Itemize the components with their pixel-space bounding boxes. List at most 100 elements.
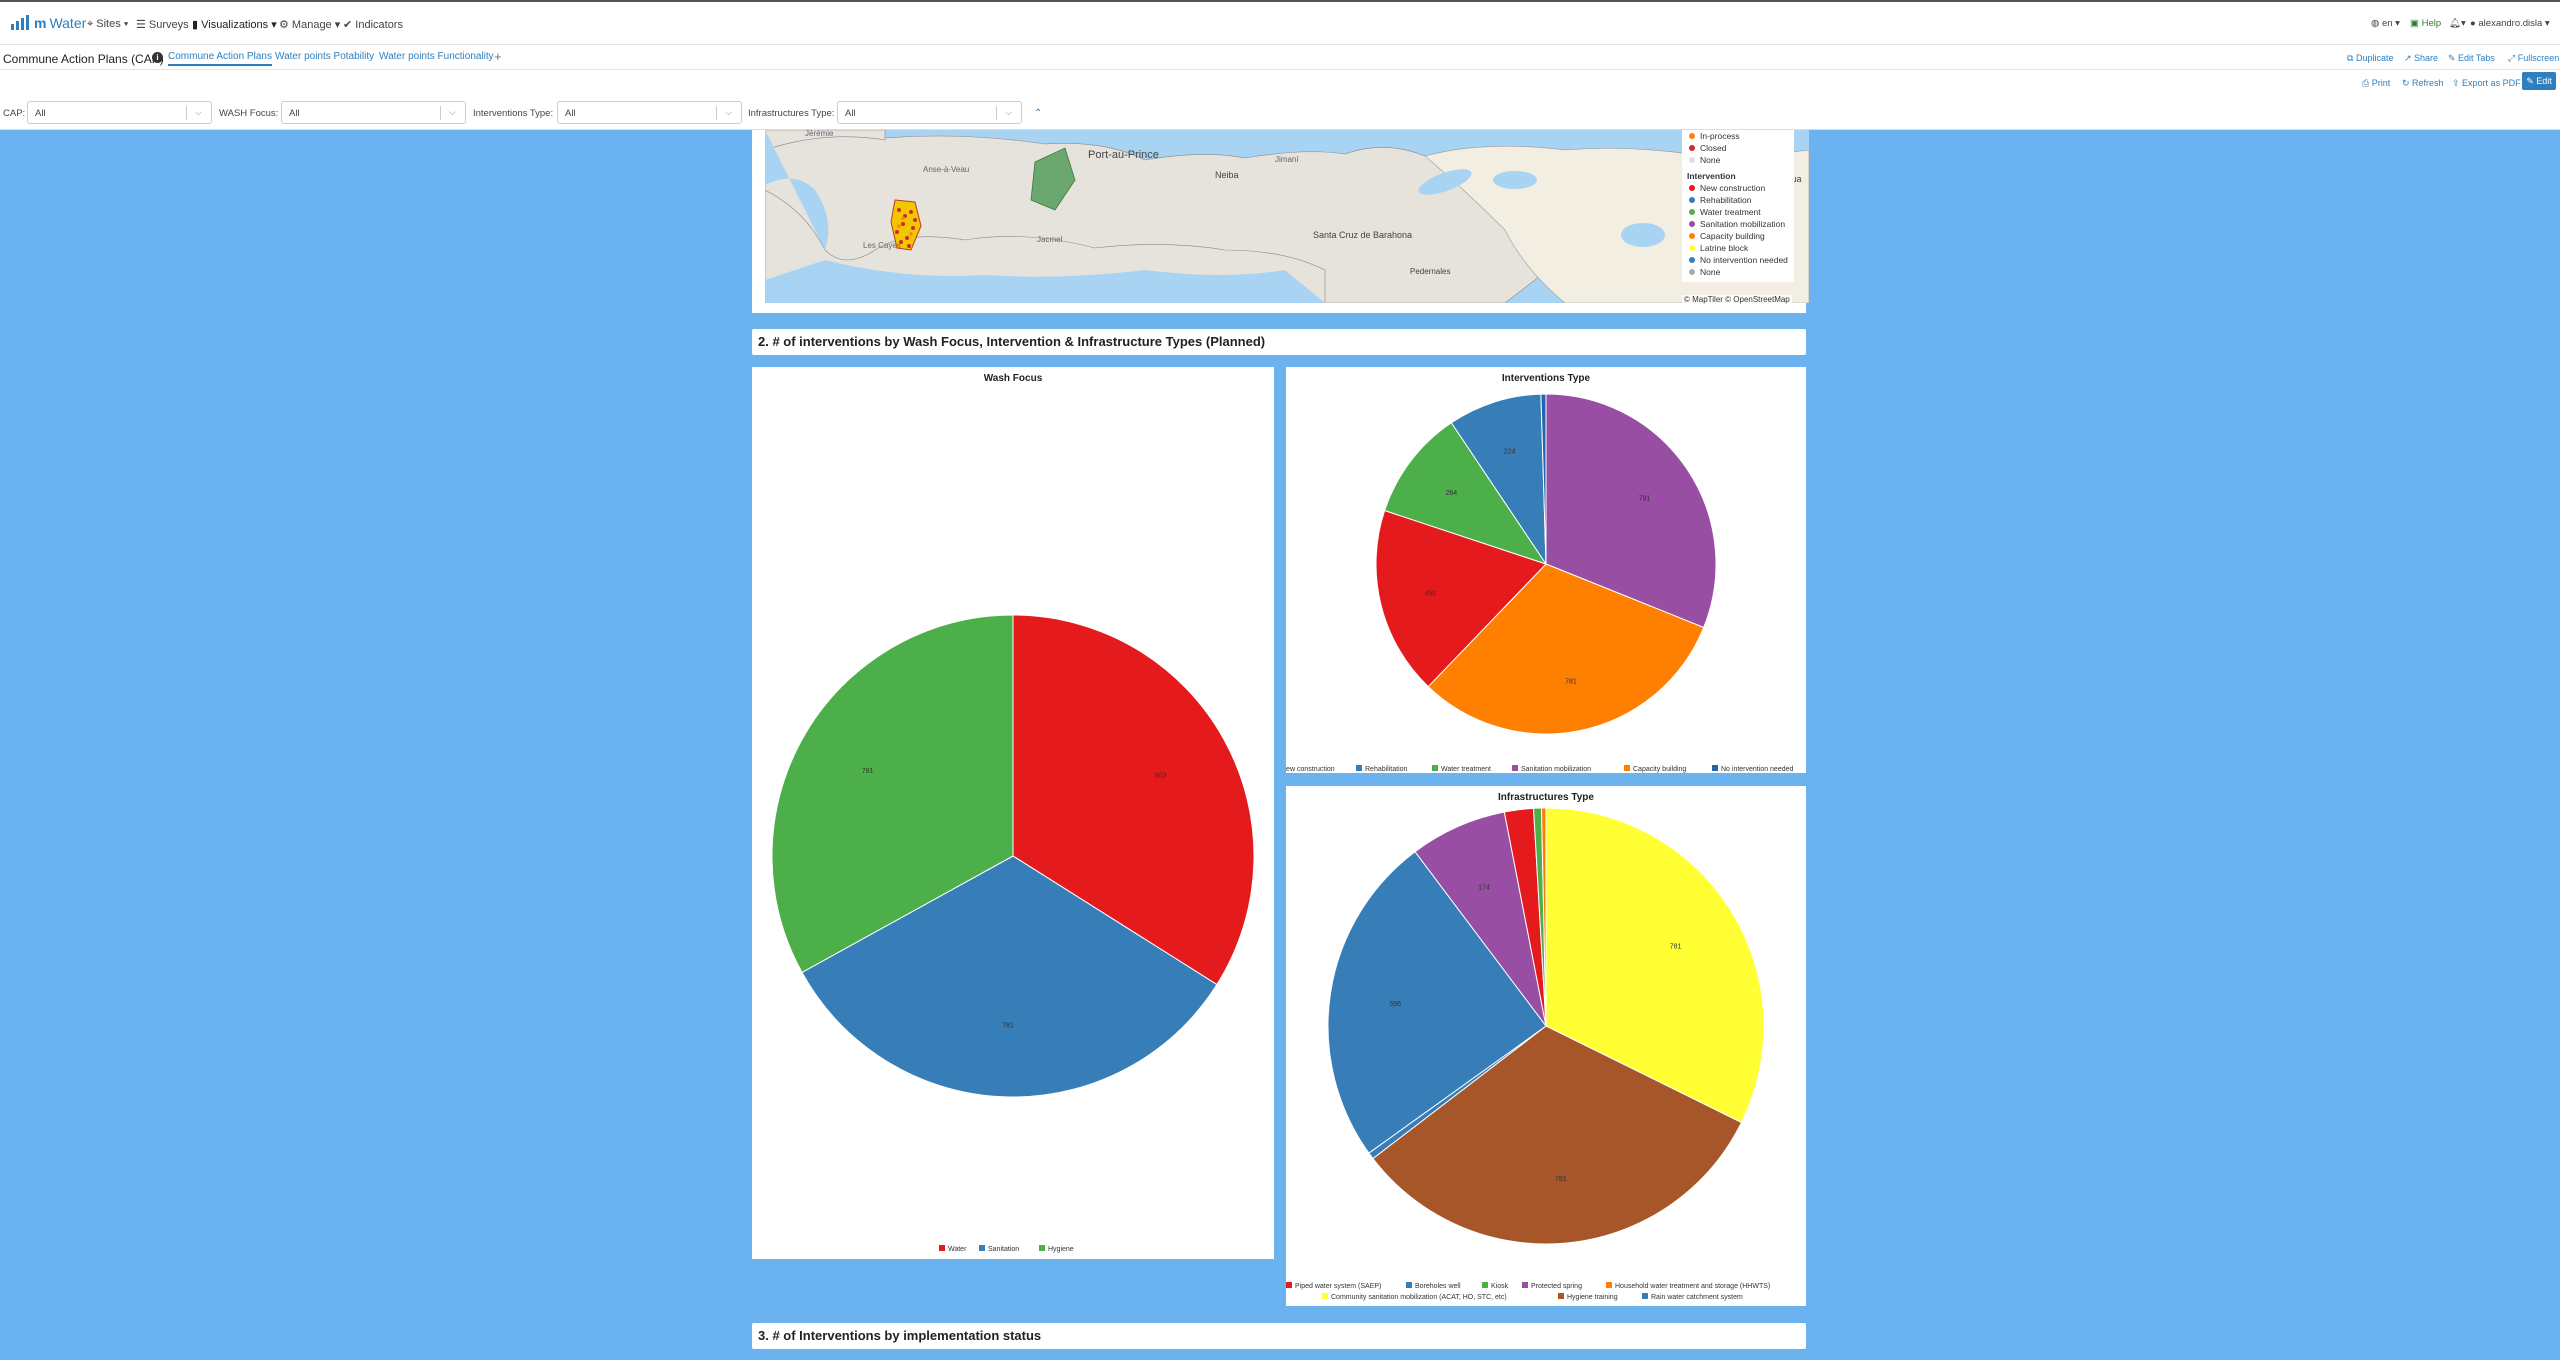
map-label-neiba: Neiba: [1215, 170, 1239, 180]
svg-text:Sanitation mobilization: Sanitation mobilization: [1521, 766, 1591, 773]
legend-item-capacity-building[interactable]: Capacity building: [1624, 765, 1686, 773]
filter-wash-focus-select[interactable]: All ⌵: [281, 101, 466, 124]
dashboard-canvas: [0, 130, 2560, 1360]
nav-visualizations[interactable]: ▮ Visualizations ▾: [192, 18, 277, 31]
legend-intervention-item: Latrine block: [1682, 242, 1794, 254]
map-canvas[interactable]: Port-au-Prince Neiba Santa Cruz de Barah…: [765, 130, 1809, 303]
infrastructures-type-pie: 781 781 596 174 Piped water system (SAEP) Bor…: [1286, 807, 1770, 1301]
language-selector[interactable]: ◍ en ▾: [2371, 18, 2400, 29]
svg-text:New construction: New construction: [1286, 766, 1335, 773]
pie-data-label: 781: [862, 768, 874, 775]
legend-intervention-item: Water treatment: [1682, 206, 1794, 218]
legend-status-in-process: In-process: [1682, 130, 1794, 142]
map-label-jacmel: Jacmel: [1037, 235, 1063, 244]
nav-manage[interactable]: ⚙ Manage ▾: [279, 18, 340, 31]
collapse-filters-icon[interactable]: ⌃: [1034, 108, 1042, 119]
pie-data-label: 781: [1555, 1176, 1567, 1183]
legend-item-protected-spring[interactable]: Protected spring: [1522, 1282, 1582, 1290]
user-menu[interactable]: ● alexandro.disla ▾: [2470, 18, 2550, 29]
filter-label-wash-focus: WASH Focus:: [219, 108, 279, 119]
legend-item-rehabilitation[interactable]: Rehabilitation: [1356, 765, 1408, 773]
edit-button[interactable]: ✎ Edit: [2522, 72, 2556, 90]
map-label-les-cayes: Les Cayes: [863, 241, 901, 250]
legend-item-boreholes-well[interactable]: Boreholes well: [1406, 1282, 1461, 1290]
filter-infrastructures-type-select[interactable]: All ⌵: [837, 101, 1022, 124]
filter-cap-select[interactable]: All ⌵: [27, 101, 212, 124]
dashboard-title: Commune Action Plans (CAP): [3, 52, 164, 66]
notifications-bell-icon[interactable]: 🔔︎▾: [2449, 18, 2466, 29]
filter-label-infrastructures-type: Infrastructures Type:: [748, 108, 835, 119]
pie-data-label: 224: [1504, 449, 1516, 456]
legend-status-none: None: [1682, 154, 1794, 166]
filter-label-interventions-type: Interventions Type:: [473, 108, 554, 119]
chevron-down-icon: ⌵: [725, 107, 732, 117]
svg-text:Sanitation: Sanitation: [988, 1246, 1019, 1253]
fullscreen-button[interactable]: ⤢ Fullscreen: [2508, 53, 2559, 64]
pie-data-label: 781: [1670, 943, 1682, 950]
info-icon[interactable]: i: [152, 52, 163, 63]
legend-item-piped-water-system-saep[interactable]: Piped water system (SAEP): [1286, 1282, 1381, 1290]
refresh-button[interactable]: ↻ Refresh: [2402, 78, 2444, 89]
legend-item-sanitation-mobilization[interactable]: Sanitation mobilization: [1512, 765, 1591, 773]
nav-sites[interactable]: ⌖ Sites ▾: [87, 18, 128, 31]
interventions-type-pie: 781 781 450 264 224 New construction Rehabilit…: [1286, 393, 1793, 773]
legend-item-kiosk[interactable]: Kiosk: [1482, 1282, 1509, 1290]
chevron-down-icon: ⌵: [1005, 107, 1012, 117]
map-label-pedernales: Pedernales: [1410, 267, 1450, 276]
filter-bar: CAP: All ⌵ WASH Focus: All ⌵ Interventions…: [0, 96, 2560, 130]
map-widget: Port-au-Prince Neiba Santa Cruz de Barah…: [752, 130, 1809, 313]
legend-item-hygiene[interactable]: Hygiene: [1039, 1245, 1074, 1253]
map-label-jeremie: Jérémie: [805, 130, 834, 138]
legend-item-household-water-treatment-and-storage-hhwts[interactable]: Household water treatment and storage (H…: [1606, 1282, 1770, 1290]
svg-text:Protected spring: Protected spring: [1531, 1283, 1582, 1290]
legend-status-closed: Closed: [1682, 142, 1794, 154]
filter-label-cap: CAP:: [3, 108, 26, 119]
share-button[interactable]: ↗ Share: [2404, 53, 2438, 64]
svg-text:Rehabilitation: Rehabilitation: [1365, 766, 1408, 773]
svg-text:Kiosk: Kiosk: [1491, 1283, 1509, 1290]
filter-interventions-type-select[interactable]: All ⌵: [557, 101, 742, 124]
pie-data-label: 781: [1565, 678, 1577, 685]
svg-text:Rain water catchment system: Rain water catchment system: [1651, 1294, 1743, 1301]
chevron-down-icon: ⌵: [195, 107, 202, 117]
svg-text:Capacity building: Capacity building: [1633, 766, 1686, 773]
nav-surveys[interactable]: ☰ Surveys: [136, 18, 189, 31]
tab-water-points-potability[interactable]: Water points Potability: [275, 51, 374, 62]
pie-data-label: 264: [1445, 490, 1457, 497]
legend-item-community-sanitation-mobilization-acat-ho-stc-etc[interactable]: Community sanitation mobilization (ACAT,…: [1322, 1293, 1507, 1301]
edit-tabs-button[interactable]: ✎ Edit Tabs: [2448, 53, 2495, 64]
legend-item-new-construction[interactable]: New construction: [1286, 765, 1335, 773]
legend-item-water[interactable]: Water: [939, 1245, 967, 1253]
export-pdf-button[interactable]: ⇪ Export as PDF: [2452, 78, 2521, 89]
map-legend: In-process Closed None Intervention New …: [1682, 130, 1794, 282]
nav-indicators[interactable]: ✔ Indicators: [343, 18, 403, 31]
pie-data-label: 781: [1002, 1023, 1014, 1030]
mwater-logo[interactable]: m Water: [11, 14, 86, 30]
wash-focus-chart-card: Wash Focus 803 781 781 Water Sanitation Hygie…: [752, 367, 1274, 1259]
duplicate-button[interactable]: ⧉ Duplicate: [2347, 53, 2393, 64]
section-3-title: 3. # of Interventions by implementation …: [752, 1323, 1806, 1349]
help-link[interactable]: ▣ Help: [2410, 18, 2441, 29]
svg-text:No intervention needed: No intervention needed: [1721, 766, 1793, 773]
map-attribution: © MapTiler © OpenStreetMap: [1682, 295, 1792, 304]
pie-data-label: 596: [1389, 1001, 1401, 1008]
chevron-down-icon: ⌵: [449, 107, 456, 117]
svg-text:Piped water system (SAEP): Piped water system (SAEP): [1295, 1283, 1381, 1290]
legend-item-rain-water-catchment-system[interactable]: Rain water catchment system: [1642, 1293, 1743, 1301]
legend-item-water-treatment[interactable]: Water treatment: [1432, 765, 1491, 773]
svg-text:Community sanitation mobilizat: Community sanitation mobilization (ACAT,…: [1331, 1294, 1507, 1301]
section-2-title: 2. # of interventions by Wash Focus, Int…: [752, 329, 1806, 355]
legend-item-hygiene-training[interactable]: Hygiene training: [1558, 1293, 1618, 1301]
map-label-santa-cruz: Santa Cruz de Barahona: [1313, 230, 1412, 240]
add-tab-button[interactable]: +: [494, 49, 502, 64]
legend-item-no-intervention-needed[interactable]: No intervention needed: [1712, 765, 1793, 773]
svg-text:Hygiene training: Hygiene training: [1567, 1294, 1618, 1301]
legend-item-sanitation[interactable]: Sanitation: [979, 1245, 1019, 1253]
map-label-port-au-prince: Port-au-Prince: [1088, 149, 1159, 161]
wash-focus-pie: 803 781 781 Water Sanitation Hygiene: [771, 614, 1255, 1253]
print-button[interactable]: ⎙ Print: [2362, 78, 2390, 89]
svg-text:Hygiene: Hygiene: [1048, 1246, 1074, 1253]
tab-water-points-functionality[interactable]: Water points Functionality: [379, 51, 494, 62]
tab-commune-action-plans[interactable]: Commune Action Plans: [168, 51, 272, 66]
svg-text:Household water treatment and: Household water treatment and storage (H…: [1615, 1283, 1770, 1290]
